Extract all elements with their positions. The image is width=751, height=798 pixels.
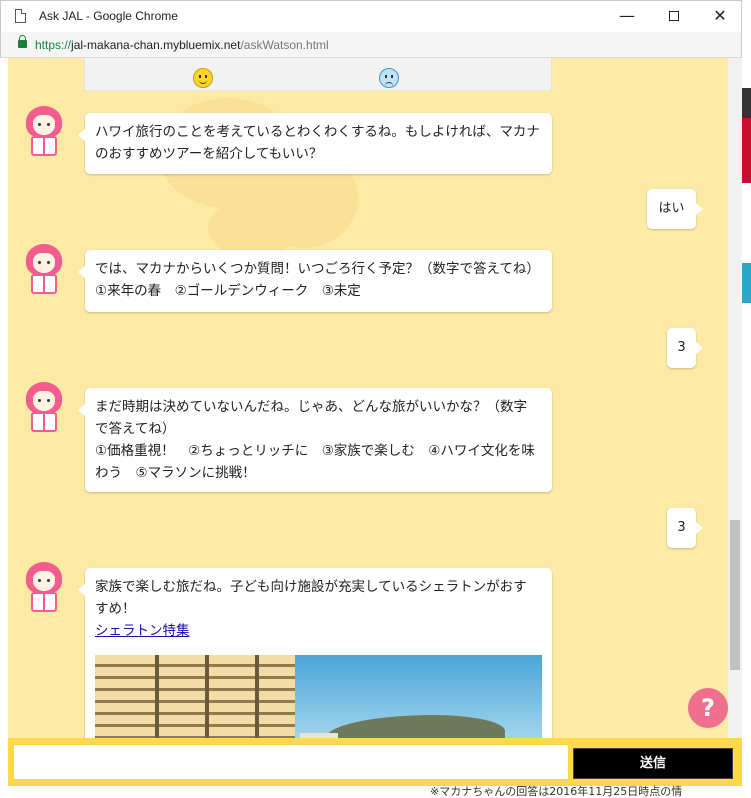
message-line: では、マカナからいくつか質問！いつごろ行く予定？（数字で答えてね） [95, 261, 540, 277]
help-button[interactable]: ? [688, 688, 728, 728]
hibiscus-decoration [208, 198, 298, 258]
user-message: はい [647, 189, 703, 229]
document-icon [15, 9, 26, 23]
send-button[interactable]: 送信 [573, 748, 733, 779]
user-message-text: 3 [677, 520, 686, 535]
sad-icon[interactable] [379, 68, 399, 88]
bot-message: 家族で楽しむ旅だね。子ども向け施設が充実しているシェラトンがおす すめ！ シェラ… [78, 568, 552, 738]
background-page-sliver [742, 58, 751, 797]
message-line: で答えてね） [95, 421, 176, 437]
feedback-card [84, 58, 552, 91]
bot-message: ハワイ旅行のことを考えているとわくわくするね。もしよければ、マカナ のおすすめツ… [78, 113, 552, 174]
bot-message: まだ時期は決めていないんだね。じゃあ、どんな旅がいいかな？（数字 で答えてね） … [78, 388, 552, 492]
message-line: すめ！ [95, 601, 136, 617]
background-banner [742, 118, 751, 183]
message-line: ハワイ旅行のことを考えているとわくわくするね。もしよければ、マカナ [95, 124, 540, 140]
scrollbar-thumb[interactable] [730, 520, 740, 670]
browser-titlebar: Ask JAL - Google Chrome — ✕ [0, 0, 742, 32]
url-scheme: https:// [35, 38, 72, 52]
smile-icon[interactable] [193, 68, 213, 88]
user-message-text: 3 [677, 340, 686, 355]
makana-avatar-icon [24, 562, 64, 614]
message-line: ①来年の春 ②ゴールデンウィーク ③未定 [95, 283, 361, 299]
user-message-text: はい [658, 201, 685, 216]
message-line: わう ⑤マラソンに挑戦！ [95, 465, 256, 481]
user-message: 3 [667, 508, 703, 548]
url-host: jal-makana-chan.mybluemix.net [71, 38, 241, 52]
hotel-building-image [95, 655, 295, 738]
user-message: 3 [667, 328, 703, 368]
sheraton-photo[interactable] [95, 655, 542, 738]
window-title: Ask JAL - Google Chrome [39, 9, 178, 23]
maximize-icon [669, 11, 679, 21]
url-text[interactable]: https://jal-makana-chan.mybluemix.net/as… [35, 38, 329, 52]
message-input[interactable] [14, 745, 568, 779]
close-button[interactable]: ✕ [698, 3, 742, 29]
message-line: 家族で楽しむ旅だね。子ども向け施設が充実しているシェラトンがおす [95, 579, 527, 595]
bot-message: では、マカナからいくつか質問！いつごろ行く予定？（数字で答えてね） ①来年の春 … [78, 250, 552, 312]
makana-avatar-icon [24, 382, 64, 434]
sheraton-feature-link[interactable]: シェラトン特集 [95, 623, 190, 639]
footer-note: ※マカナちゃんの回答は2016年11月25日時点の情 [430, 785, 683, 798]
background-header [742, 88, 751, 118]
minimize-button[interactable]: — [605, 3, 649, 29]
message-input-bar: 送信 [8, 738, 742, 786]
chat-log[interactable]: ハワイ旅行のことを考えているとわくわくするね。もしよければ、マカナ のおすすめツ… [8, 58, 742, 738]
background-image [742, 263, 751, 303]
message-line: のおすすめツアーを紹介してもいい？ [95, 146, 323, 162]
address-bar[interactable]: https://jal-makana-chan.mybluemix.net/as… [0, 32, 742, 58]
url-path: /askWatson.html [240, 38, 329, 52]
lock-icon [18, 35, 27, 48]
maximize-button[interactable] [652, 3, 696, 29]
message-line: ①価格重視！ ②ちょっとリッチに ③家族で楽しむ ④ハワイ文化を味 [95, 443, 535, 459]
makana-avatar-icon [24, 106, 64, 158]
message-line: まだ時期は決めていないんだね。じゃあ、どんな旅がいいかな？（数字 [95, 399, 527, 415]
makana-avatar-icon [24, 244, 64, 296]
